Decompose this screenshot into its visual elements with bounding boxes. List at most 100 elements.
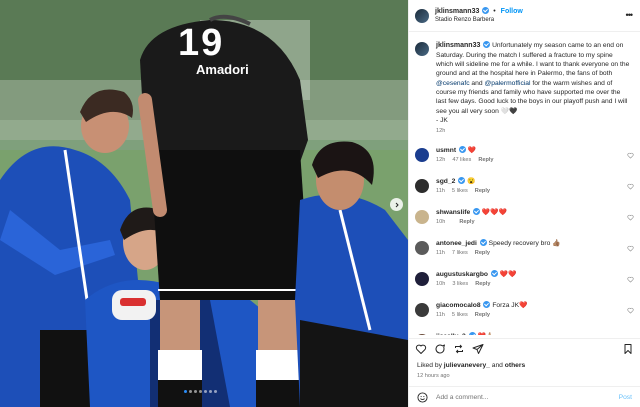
comment-meta: 10h Reply (436, 218, 507, 226)
liked-by-user[interactable]: julievanevery_ (444, 362, 490, 369)
comment-like-heart-icon[interactable] (627, 245, 634, 252)
verified-badge-icon (468, 331, 476, 335)
post-details-panel: jklinsmann33 • Follow Stadio Renzo Barbe… (408, 0, 640, 407)
comment-line: usmnt ❤️ (436, 145, 501, 156)
post-comment-button[interactable]: Post (619, 394, 632, 401)
commenter-avatar[interactable] (415, 271, 429, 286)
comment-time: 11h (436, 311, 445, 318)
comment-meta: 10h 3 likes Reply (436, 280, 516, 288)
commenter-avatar[interactable] (415, 178, 429, 193)
add-comment-bar: Post (409, 386, 640, 407)
more-options-button[interactable]: ••• (626, 10, 634, 20)
emoji-icon[interactable] (417, 391, 428, 403)
mention-link[interactable]: @cesenafc (436, 80, 470, 87)
comment-line: giacomocalo8 Forza JK❤️ (436, 300, 528, 311)
post-photo[interactable]: 19 Amadori (0, 0, 408, 407)
add-comment-input[interactable] (436, 393, 596, 401)
comment-likes[interactable]: 5 likes (452, 188, 468, 194)
comment-item: usmnt ❤️ 12h 47 likes Reply (409, 145, 640, 177)
heart-icon[interactable] (415, 343, 427, 355)
liked-by-others[interactable]: others (505, 362, 525, 369)
verified-badge-icon (473, 207, 481, 215)
post-header: jklinsmann33 • Follow Stadio Renzo Barbe… (409, 0, 640, 32)
commenter-username[interactable]: jjscally_3 (436, 333, 466, 335)
commenter-username[interactable]: antonee_jedi (436, 240, 477, 247)
follow-button[interactable]: Follow (501, 8, 523, 15)
comment-likes[interactable]: 7 likes (452, 250, 468, 256)
comment-text: ❤️❤️ (499, 270, 517, 278)
comment-time: 11h (436, 249, 445, 256)
next-photo-button[interactable] (390, 198, 403, 211)
comment-line: sgd_2 😮 (436, 176, 497, 187)
comment-body: antonee_jedi Speedy recovery bro 👍🏽 11h 7 … (436, 238, 561, 270)
comment-text: Forza JK❤️ (492, 301, 528, 309)
comment-time: 12h (436, 156, 446, 163)
comment-line: shwanslife ❤️❤️❤️ (436, 207, 507, 218)
comment-body: giacomocalo8 Forza JK❤️ 11h 5 likes Reply (436, 300, 528, 332)
comment-text: ❤️🙏🏼 (477, 333, 494, 335)
carousel-dot (194, 390, 197, 393)
verified-badge-icon (458, 145, 466, 153)
caption-and: and (469, 79, 485, 87)
comment-line: antonee_jedi Speedy recovery bro 👍🏽 (436, 238, 561, 249)
reply-button[interactable]: Reply (475, 281, 490, 287)
comment-likes[interactable]: 47 likes (452, 157, 471, 163)
comment-text: ❤️❤️❤️ (481, 208, 507, 216)
caption-signature: - JK (436, 116, 448, 124)
reply-button[interactable]: Reply (475, 188, 490, 194)
verified-badge-icon (483, 41, 491, 48)
carousel-dot (189, 390, 192, 393)
author-avatar[interactable] (415, 42, 429, 56)
liked-by-line: Liked by julievanevery_ and others (417, 362, 525, 369)
commenter-avatar[interactable] (415, 209, 429, 224)
chevron-right-icon (395, 202, 399, 207)
reply-button[interactable]: Reply (475, 250, 490, 256)
comment-likes[interactable]: 5 likes (452, 312, 468, 318)
repost-icon[interactable] (453, 343, 465, 355)
commenter-avatar[interactable] (415, 302, 429, 317)
carousel-dot (204, 390, 207, 393)
action-bar (409, 338, 640, 358)
jersey-number: 19 (178, 22, 225, 64)
comment-body: shwanslife ❤️❤️❤️ 10h Reply (436, 207, 507, 239)
commenter-avatar[interactable] (415, 333, 429, 335)
commenter-username[interactable]: giacomocalo8 (436, 302, 481, 309)
comment-like-heart-icon[interactable] (627, 183, 634, 190)
commenter-username[interactable]: usmnt (436, 147, 456, 154)
comment-item: sgd_2 😮 11h 5 likes Reply (409, 176, 640, 208)
bookmark-icon[interactable] (622, 343, 634, 355)
commenter-avatar[interactable] (415, 240, 429, 255)
verified-badge-icon (483, 300, 491, 308)
commenter-avatar[interactable] (415, 147, 429, 162)
comment-time: 10h (436, 218, 446, 225)
reply-button[interactable]: Reply (459, 219, 474, 225)
comment-like-heart-icon[interactable] (627, 152, 634, 159)
comment-like-heart-icon[interactable] (627, 307, 634, 314)
caption-username[interactable]: jklinsmann33 (436, 42, 480, 49)
comment-likes[interactable]: 3 likes (452, 281, 468, 287)
post-location[interactable]: Stadio Renzo Barbera (435, 17, 523, 25)
post-time-ago: 12 hours ago (417, 373, 450, 379)
comment-body: jjscally_3 ❤️🙏🏼 (436, 331, 494, 335)
post-caption: jklinsmann33 Unfortunately my season cam… (409, 33, 640, 136)
caption-hearts: 🤍🖤 (500, 107, 518, 115)
carousel-dot (209, 390, 212, 393)
author-username[interactable]: jklinsmann33 (435, 8, 479, 15)
mention-link[interactable]: @palermofficial (484, 80, 530, 87)
comments-scroll-area[interactable]: jklinsmann33 Unfortunately my season cam… (409, 33, 640, 335)
commenter-username[interactable]: sgd_2 (436, 178, 455, 185)
commenter-username[interactable]: augustuskargbo (436, 271, 488, 278)
reply-button[interactable]: Reply (478, 157, 493, 163)
comment-icon[interactable] (434, 343, 446, 355)
comment-time: 11h (436, 187, 445, 194)
carousel-dot (199, 390, 202, 393)
comment-time: 10h (436, 280, 446, 287)
commenter-username[interactable]: shwanslife (436, 209, 470, 216)
reply-button[interactable]: Reply (475, 312, 490, 318)
author-avatar[interactable] (415, 8, 429, 23)
comment-like-heart-icon[interactable] (627, 276, 634, 283)
comment-like-heart-icon[interactable] (627, 214, 634, 221)
comment-meta: 11h 5 likes Reply (436, 187, 497, 195)
share-icon[interactable] (472, 343, 484, 355)
comment-line: jjscally_3 ❤️🙏🏼 (436, 331, 494, 335)
